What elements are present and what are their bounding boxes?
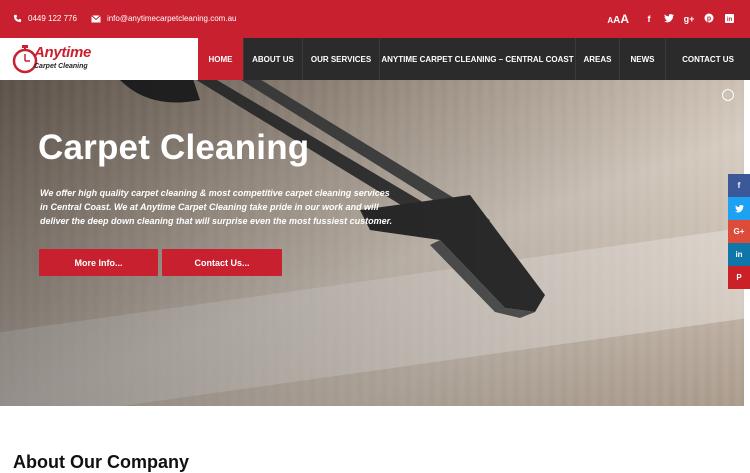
floating-share-bar: f G+ in P — [728, 174, 750, 289]
contact-us-button[interactable]: Contact Us... — [162, 249, 282, 276]
share-twitter-icon[interactable] — [728, 197, 750, 220]
svg-text:in: in — [726, 17, 732, 23]
nav-our-services[interactable]: OUR SERVICES — [303, 38, 380, 80]
hero-title: Carpet Cleaning — [38, 128, 310, 167]
site-header: Anytime Carpet Cleaning HOME ABOUT US OU… — [0, 38, 750, 80]
svg-text:p: p — [707, 16, 711, 23]
main-nav: HOME ABOUT US OUR SERVICES ANYTIME CARPE… — [198, 38, 750, 80]
font-size-large[interactable]: A — [620, 12, 629, 26]
hero-slider: Carpet Cleaning We offer high quality ca… — [0, 80, 744, 406]
google-plus-icon[interactable]: g+ — [679, 14, 699, 24]
email-link[interactable]: info@anytimecarpetcleaning.com.au — [91, 14, 237, 23]
share-linkedin-icon[interactable]: in — [728, 243, 750, 266]
phone-icon — [13, 14, 22, 23]
nav-home[interactable]: HOME — [198, 38, 244, 80]
logo-subtitle: Carpet Cleaning — [34, 63, 88, 70]
nav-news[interactable]: NEWS — [620, 38, 666, 80]
nav-about-us[interactable]: ABOUT US — [244, 38, 303, 80]
nav-contact-us[interactable]: CONTACT US — [666, 38, 750, 80]
font-size-control[interactable]: AAA — [607, 12, 629, 26]
envelope-icon — [91, 14, 101, 22]
slider-pagination-dot[interactable] — [722, 89, 734, 101]
twitter-icon[interactable] — [659, 13, 679, 25]
top-bar-right: AAA f g+ p in — [607, 12, 739, 26]
nav-areas[interactable]: AREAS — [576, 38, 620, 80]
phone-number: 0449 122 776 — [28, 14, 77, 23]
pinterest-icon[interactable]: p — [699, 13, 719, 25]
share-pinterest-icon[interactable]: P — [728, 266, 750, 289]
contact-info: 0449 122 776 info@anytimecarpetcleaning.… — [13, 14, 236, 23]
linkedin-icon[interactable]: in — [719, 13, 739, 25]
more-info-button[interactable]: More Info... — [39, 249, 158, 276]
about-heading: About Our Company — [13, 452, 189, 472]
top-bar: 0449 122 776 info@anytimecarpetcleaning.… — [0, 0, 750, 38]
hero-description: We offer high quality carpet cleaning & … — [40, 188, 393, 226]
phone-link[interactable]: 0449 122 776 — [13, 14, 91, 23]
facebook-icon[interactable]: f — [639, 14, 659, 24]
share-facebook-icon[interactable]: f — [728, 174, 750, 197]
nav-central-coast[interactable]: ANYTIME CARPET CLEANING – CENTRAL COAST — [380, 38, 576, 80]
share-google-plus-icon[interactable]: G+ — [728, 220, 750, 243]
email-address: info@anytimecarpetcleaning.com.au — [106, 14, 237, 23]
logo-title: Anytime — [34, 44, 92, 61]
site-logo[interactable]: Anytime Carpet Cleaning — [12, 41, 102, 77]
